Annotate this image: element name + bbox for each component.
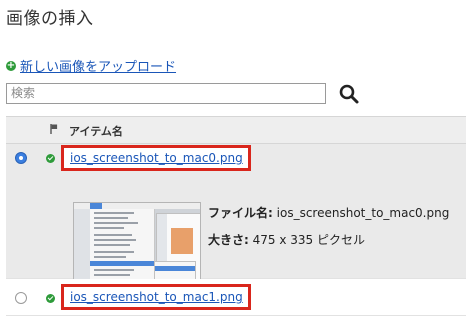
file-name-info: ファイル名: ios_screenshot_to_mac0.png (208, 204, 449, 221)
search-input[interactable] (6, 82, 326, 104)
filename-highlight: ios_screenshot_to_mac1.png (61, 284, 251, 310)
search-bar (6, 82, 359, 104)
table-header: アイテム名 (6, 116, 466, 144)
filename-highlight: ios_screenshot_to_mac0.png (61, 145, 251, 171)
file-name-value: ios_screenshot_to_mac0.png (276, 206, 450, 220)
size-label: 大きさ: (208, 233, 249, 247)
check-circle-icon (46, 154, 55, 163)
search-icon[interactable] (338, 83, 360, 105)
size-value: 475 x 335 ピクセル (252, 233, 365, 247)
column-header-item-name: アイテム名 (69, 125, 123, 138)
flag-icon (50, 124, 58, 134)
image-table: アイテム名 ios_screenshot_to_mac0.png ファイル名: … (6, 116, 466, 316)
row-select-radio[interactable] (15, 152, 27, 164)
upload-new-image[interactable]: + 新しい画像をアップロード (6, 56, 176, 75)
plus-circle-icon: + (6, 59, 16, 71)
filename-link[interactable]: ios_screenshot_to_mac1.png (70, 290, 243, 304)
table-row[interactable]: ios_screenshot_to_mac0.png ファイル名: ios_sc… (6, 144, 466, 294)
file-name-label: ファイル名: (208, 206, 273, 220)
size-info: 大きさ: 475 x 335 ピクセル (208, 231, 365, 248)
filename-link[interactable]: ios_screenshot_to_mac0.png (70, 151, 243, 165)
table-row[interactable]: ios_screenshot_to_mac1.png (6, 279, 466, 316)
row-select-radio[interactable] (15, 292, 27, 304)
check-circle-icon (46, 294, 55, 303)
upload-new-image-link[interactable]: 新しい画像をアップロード (20, 56, 176, 75)
page-title: 画像の挿入 (6, 9, 94, 29)
